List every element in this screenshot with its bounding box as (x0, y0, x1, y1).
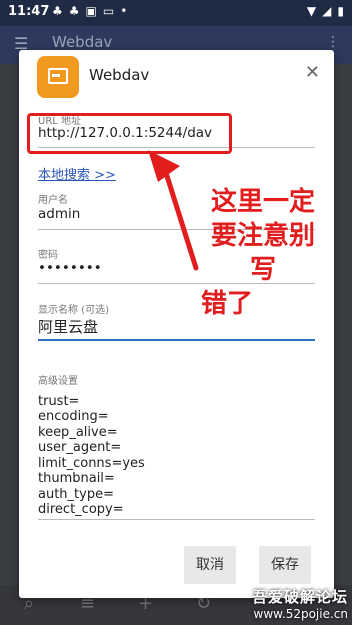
advanced-line: thumbnail= (38, 471, 115, 486)
club-icon: ♣ (68, 4, 80, 18)
wifi-icon: ▼ (306, 4, 317, 18)
annotation-line: 要注意别写 (210, 221, 315, 285)
annotation-line: 这里一定 (210, 187, 315, 217)
watermark-title: 吾爱破解论坛 (251, 588, 348, 606)
password-label: 密码 (38, 250, 58, 261)
advanced-line: auth_type= (38, 486, 114, 502)
save-button[interactable]: 保存 (259, 546, 311, 584)
password-field[interactable]: •••••••• (38, 260, 102, 276)
url-highlight-box (27, 113, 232, 154)
app-bar-title: Webdav (52, 33, 113, 51)
local-search-link[interactable]: 本地搜索 >> (38, 164, 116, 183)
status-bar: 11:47 ♣ ♣ ▣ ▭ • ▼ ◢ ▮ (0, 0, 352, 26)
status-left-icons: ♣ ♣ ▣ ▭ • (52, 4, 127, 18)
username-label: 用户名 (38, 195, 68, 206)
display-name-underline (38, 339, 315, 341)
advanced-settings-field[interactable]: 高级设置 trust= encoding= keep_alive= user_a… (38, 374, 315, 518)
username-field[interactable]: admin (38, 206, 80, 222)
more-icon[interactable]: ⋮ (326, 34, 340, 50)
webdav-storage-icon (37, 56, 79, 98)
annotation-line: 错了 (201, 289, 254, 319)
status-time: 11:47 (8, 4, 50, 19)
webdav-dialog: Webdav ✕ URL 地址 http://127.0.0.1:5244/da… (19, 50, 334, 598)
media-icon: ▣ (85, 4, 97, 18)
watermark: 吾爱破解论坛 www.52pojie.cn (252, 586, 348, 621)
watermark-url: www.52pojie.cn (253, 607, 348, 621)
advanced-line: encoding= (38, 409, 109, 424)
dialog-title: Webdav (89, 66, 150, 84)
advanced-line: user_agent= (38, 440, 122, 455)
advanced-line: direct_copy= (38, 502, 124, 517)
display-name-field[interactable]: 阿里云盘 (38, 316, 98, 337)
signal-icon: ◢ (322, 4, 332, 18)
advanced-underline (38, 519, 315, 520)
cancel-button[interactable]: 取消 (184, 546, 236, 584)
status-right-icons: ▼ ◢ ▮ (307, 4, 344, 18)
close-icon[interactable]: ✕ (305, 62, 320, 83)
advanced-line: limit_conns=yes (38, 455, 145, 471)
annotation-text: 这里一定 要注意别写 错了 (199, 185, 327, 321)
dot-icon: • (120, 4, 128, 18)
club-icon: ♣ (52, 4, 63, 18)
battery-icon: ▮ (337, 4, 344, 18)
monitor-icon: ▭ (102, 4, 115, 18)
advanced-line: trust= (38, 393, 80, 409)
display-name-label: 显示名称 (可选) (38, 305, 109, 316)
advanced-line: keep_alive= (38, 424, 118, 440)
advanced-settings-label: 高级设置 (38, 376, 78, 387)
